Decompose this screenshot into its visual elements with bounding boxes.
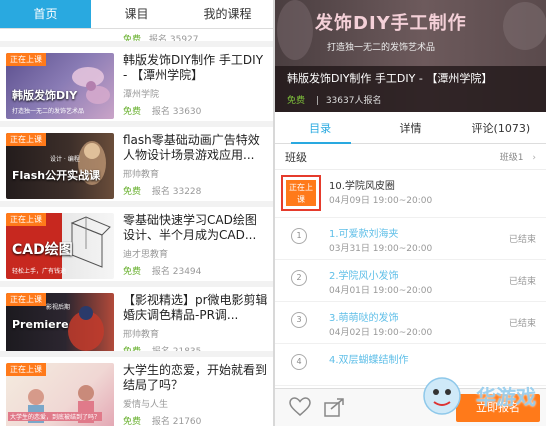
course-org: 潭州学院: [123, 90, 160, 100]
enroll-count: 报名 33630: [151, 107, 202, 117]
thumb-title: Flash公开实战课: [12, 169, 101, 182]
lesson-title: 3.萌萌哒的发饰: [329, 313, 399, 324]
course-detail-screen: 发饰DIY手工制作 打造独一无二的发饰艺术品 韩版发饰DIY制作 手工DIY -…: [275, 0, 546, 426]
course-title: 大学生的恋爱，开始就看到结局了吗？: [123, 363, 268, 392]
lesson-number: 3: [291, 312, 307, 328]
live-badge: 正在上课: [286, 180, 316, 206]
course-list-screen: 首页 课目 我的课程 免费 报名 35927 正在上课 韩版发饰DIY 打造独一…: [0, 0, 273, 426]
enroll-count: 33637人报名: [325, 96, 382, 106]
tab-comments[interactable]: 评论(1073): [456, 112, 546, 143]
free-label: 免费: [123, 267, 142, 277]
course-title: 韩版发饰DIY制作 手工DIY - 【潭州学院】: [287, 72, 493, 85]
banner-title: 发饰DIY手工制作: [315, 13, 467, 34]
lesson-title: 10.学院风皮圈: [329, 181, 395, 192]
lesson-title: 4.双层蝴蝶结制作: [329, 355, 409, 366]
lesson-item[interactable]: 1 1.可爱款刘海夹 03月31日 19:00~20:00 已结束: [275, 218, 546, 260]
lesson-item[interactable]: 正在上课 10.学院风皮圈 04月09日 19:00~20:00: [275, 170, 546, 218]
thumb-title: Premiere: [12, 318, 69, 331]
course-org: 邢帅教育: [123, 170, 160, 180]
free-label: 免费: [123, 107, 142, 117]
tab-my-courses[interactable]: 我的课程: [182, 0, 273, 28]
free-label: 免费: [123, 187, 142, 197]
tab-home[interactable]: 首页: [0, 0, 91, 28]
class-value: 班级1: [499, 153, 524, 163]
lesson-title: 1.可爱款刘海夹: [329, 229, 399, 240]
course-org: 爱情与人生: [123, 400, 169, 410]
thumb-title: 韩版发饰DIY: [12, 89, 78, 102]
course-thumbnail: 正在上课 韩版发饰DIY 打造独一无二的发饰艺术品: [6, 53, 114, 119]
lesson-status: 已结束: [508, 235, 536, 245]
lesson-time: 03月31日 19:00~20:00: [329, 244, 433, 254]
lesson-time: 04月01日 19:00~20:00: [329, 286, 433, 296]
free-label: 免费: [287, 96, 306, 106]
ongoing-tag: 正在上课: [6, 293, 46, 306]
thumb-subtitle: 打造独一无二的发饰艺术品: [12, 108, 85, 115]
tab-details[interactable]: 详情: [365, 112, 455, 143]
course-org: 邢帅教育: [123, 330, 160, 340]
lesson-item[interactable]: 3 3.萌萌哒的发饰 04月02日 19:00~20:00 已结束: [275, 302, 546, 344]
class-selector[interactable]: 班级 班级1 ›: [275, 144, 546, 170]
detail-tab-bar: 目录 详情 评论(1073): [275, 112, 546, 144]
share-icon[interactable]: [323, 397, 345, 417]
list-item[interactable]: 正在上课 Premiere 影视后期 【影视精选】pr微电影剪辑婚庆调色精品-P…: [0, 281, 273, 361]
thumb-subtitle: 大学生的恋爱，到底被结到了吗？: [8, 412, 103, 421]
active-tab-indicator: [291, 142, 351, 144]
class-label: 班级: [285, 150, 307, 164]
enroll-count: 报名 21760: [151, 417, 202, 426]
course-title: 【影视精选】pr微电影剪辑婚庆调色精品-PR调...: [123, 293, 268, 322]
ongoing-tag: 正在上课: [6, 133, 46, 146]
tab-subjects[interactable]: 课目: [91, 0, 182, 28]
lesson-number: 2: [291, 270, 307, 286]
chevron-right-icon: ›: [532, 153, 536, 163]
course-meta: 免费 报名 33228: [123, 184, 201, 197]
course-meta: 免费 报名 23494: [123, 264, 201, 277]
top-tab-bar: 首页 课目 我的课程: [0, 0, 273, 29]
lesson-item[interactable]: 4 4.双层蝴蝶结制作: [275, 344, 546, 386]
course-title: flash零基础动画广告特效人物设计场景游戏应用...: [123, 133, 260, 162]
course-meta: 免费 报名 21760: [123, 414, 201, 426]
class-value-wrap: 班级1 ›: [500, 150, 536, 163]
course-title: 零基础快速学习CAD绘图设计、半个月成为CAD...: [123, 213, 257, 242]
course-meta: 免费 | 33637人报名: [287, 96, 382, 106]
watermark-text: 华游戏: [476, 385, 536, 409]
lesson-item[interactable]: 2 2.学院风小发饰 04月01日 19:00~20:00 已结束: [275, 260, 546, 302]
free-label: 免费: [123, 417, 142, 426]
lesson-status: 已结束: [508, 319, 536, 329]
course-title: 韩版发饰DIY制作 手工DIY - 【潭州学院】: [123, 53, 264, 82]
thumb-subtitle: 轻松上手，广有钱途: [12, 268, 67, 275]
tab-catalog[interactable]: 目录: [275, 112, 365, 143]
course-thumbnail: 正在上课 大学生的恋爱，到底被结到了吗？: [6, 363, 114, 426]
lesson-number: 1: [291, 228, 307, 244]
live-indicator: 正在上课: [281, 175, 321, 211]
course-org: 迪才思教育: [123, 250, 169, 260]
list-item[interactable]: 正在上课 CAD绘图 轻松上手，广有钱途 零基础快速学习CAD绘图设计、半个月成…: [0, 201, 273, 281]
list-item[interactable]: 正在上课 Flash公开实战课 设计 · 编程 flash零基础动画广告特效人物…: [0, 121, 273, 201]
thumb-subtitle: 设计 · 编程: [50, 156, 80, 163]
banner-subtitle: 打造独一无二的发饰艺术品: [327, 43, 436, 53]
lesson-number: 4: [291, 354, 307, 370]
course-banner: 发饰DIY手工制作 打造独一无二的发饰艺术品 韩版发饰DIY制作 手工DIY -…: [275, 0, 546, 112]
ongoing-tag: 正在上课: [6, 53, 46, 66]
list-item[interactable]: 正在上课 韩版发饰DIY 打造独一无二的发饰艺术品 韩版发饰DIY制作 手工DI…: [0, 41, 273, 121]
ongoing-tag: 正在上课: [6, 213, 46, 226]
lesson-time: 04月02日 19:00~20:00: [329, 328, 433, 338]
enroll-count: 报名 33228: [151, 187, 202, 197]
lesson-status: 已结束: [508, 277, 536, 287]
thumb-subtitle: 影视后期: [46, 304, 71, 311]
lesson-title: 2.学院风小发饰: [329, 271, 399, 282]
heart-icon[interactable]: [289, 397, 311, 417]
course-thumbnail: 正在上课 CAD绘图 轻松上手，广有钱途: [6, 213, 114, 279]
ongoing-tag: 正在上课: [6, 363, 46, 376]
course-thumbnail: 正在上课 Premiere 影视后期: [6, 293, 114, 359]
list-item[interactable]: 正在上课 大学生的恋爱，到底被结到了吗？ 大学生的恋爱，开始就看到结局了吗？ 爱…: [0, 351, 273, 426]
lesson-time: 04月09日 19:00~20:00: [329, 196, 433, 206]
enroll-count: 报名 23494: [151, 267, 202, 277]
course-meta: 免费 报名 33630: [123, 104, 201, 117]
course-thumbnail: 正在上课 Flash公开实战课 设计 · 编程: [6, 133, 114, 199]
thumb-title: CAD绘图: [12, 242, 73, 258]
